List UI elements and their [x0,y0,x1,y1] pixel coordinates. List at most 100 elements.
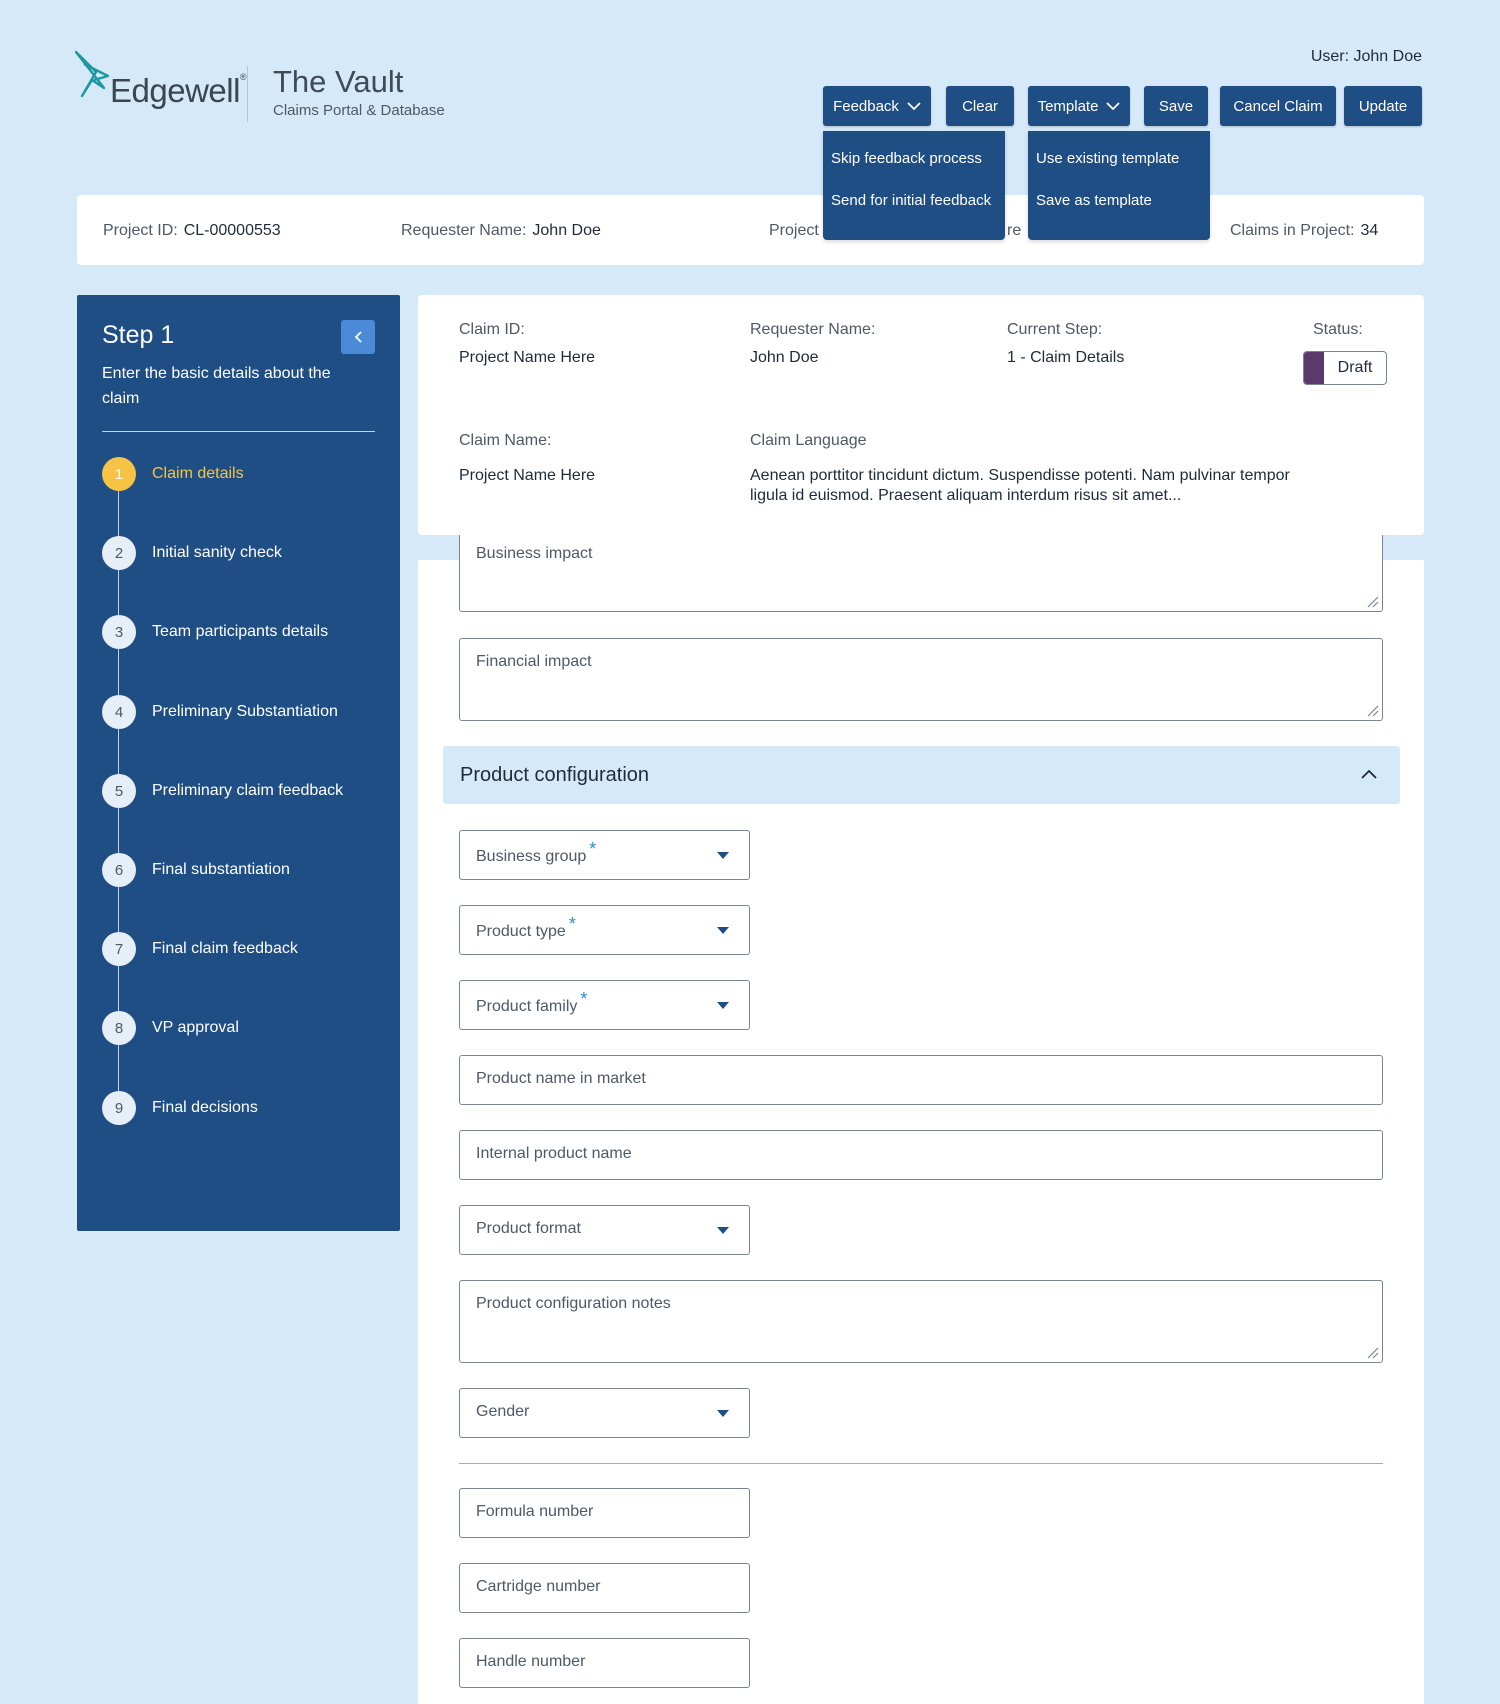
financial-impact-textarea[interactable]: Financial impact [459,638,1383,721]
required-mark: * [568,914,576,934]
caret-down-icon [717,1410,729,1417]
gender-select[interactable]: Gender [459,1388,750,1438]
step-number: 8 [102,1011,136,1045]
template-button-label: Template [1037,97,1099,115]
form-divider [459,1463,1383,1464]
internal-product-name-input[interactable]: Internal product name [459,1130,1383,1180]
project-field-partial: Project [769,222,819,239]
product-name-market-placeholder: Product name in market [476,1070,646,1087]
step-label: Final decisions [152,1099,258,1116]
caret-down-icon [717,927,729,934]
feedback-button-label: Feedback [833,97,899,115]
app-title: The Vault [273,64,404,99]
chevron-up-icon[interactable] [1360,768,1378,780]
menu-item-send-initial-feedback[interactable]: Send for initial feedback [823,191,1005,233]
product-name-market-input[interactable]: Product name in market [459,1055,1383,1105]
financial-impact-placeholder: Financial impact [476,653,592,670]
required-mark: * [580,989,588,1009]
sidebar-step-5[interactable]: 5 Preliminary claim feedback [102,774,343,808]
claim-name-value: Project Name Here [459,467,596,484]
formula-number-placeholder: Formula number [476,1503,594,1520]
handle-number-placeholder: Handle number [476,1653,586,1670]
step-number: 2 [102,536,136,570]
sidebar-step-9[interactable]: 9 Final decisions [102,1091,258,1125]
business-group-label: Business group * [476,839,597,865]
save-button[interactable]: Save [1144,86,1208,126]
business-impact-textarea[interactable]: Business impact [459,530,1383,612]
project-info-bar: Project ID: CL-00000553 Requester Name: Jo… [77,195,1424,265]
cartridge-number-input[interactable]: Cartridge number [459,1563,750,1613]
feedback-button[interactable]: Feedback [823,86,931,126]
project-id: Project ID: CL-00000553 [103,222,281,239]
chevron-down-icon [907,102,921,111]
menu-item-save-template[interactable]: Save as template [1028,191,1210,233]
project-field-partial-end: re [1007,222,1022,239]
step-label: Team participants details [152,623,329,640]
template-button[interactable]: Template [1028,86,1130,126]
internal-product-name-placeholder: Internal product name [476,1145,632,1162]
product-family-select[interactable]: Product family * [459,980,750,1030]
business-impact-placeholder: Business impact [476,545,593,562]
step-number: 6 [102,853,136,887]
step-number: 4 [102,695,136,729]
handle-number-input[interactable]: Handle number [459,1638,750,1688]
product-format-label: Product format [476,1220,581,1237]
logo-text: Edgewell® [110,72,247,109]
status-label: Status: [1313,321,1363,338]
business-group-select[interactable]: Business group * [459,830,750,880]
sidebar-divider [102,431,375,432]
gender-label: Gender [476,1403,530,1420]
cancel-claim-button[interactable]: Cancel Claim [1220,86,1336,126]
sidebar-step-8[interactable]: 8 VP approval [102,1011,239,1045]
app-subtitle: Claims Portal & Database [273,102,445,119]
menu-item-use-template[interactable]: Use existing template [1028,149,1210,191]
product-configuration-header[interactable]: Product configuration [443,746,1400,804]
chevron-down-icon [1106,102,1121,111]
formula-number-input[interactable]: Formula number [459,1488,750,1538]
sidebar-step-6[interactable]: 6 Final substantiation [102,853,290,887]
update-button[interactable]: Update [1344,86,1422,126]
product-type-select[interactable]: Product type * [459,905,750,955]
sidebar-step-2[interactable]: 2 Initial sanity check [102,536,282,570]
step-label: Preliminary claim feedback [152,782,344,799]
required-mark: * [589,839,597,859]
step-number: 9 [102,1091,136,1125]
status-value: Draft [1337,359,1373,376]
current-step-label: Current Step: [1007,321,1103,338]
product-format-select[interactable]: Product format [459,1205,750,1255]
step-label: Claim details [152,465,244,482]
status-badge: Draft [1303,351,1387,385]
status-color-bar [1304,352,1324,384]
claim-requester-label: Requester Name: [750,321,876,338]
claims-in-project: Claims in Project: 34 [1230,222,1379,239]
cartridge-number-placeholder: Cartridge number [476,1578,601,1595]
resize-handle-icon [1367,1347,1379,1359]
caret-down-icon [717,1227,729,1234]
step-label: Preliminary Substantiation [152,703,338,720]
menu-item-skip-feedback[interactable]: Skip feedback process [823,149,1005,191]
step-description: Enter the basic details about the claim [102,365,331,407]
resize-handle-icon [1367,596,1379,608]
user-label: User: John Doe [1310,48,1422,65]
current-step-value: 1 - Claim Details [1007,349,1125,366]
product-family-label: Product family * [476,989,588,1015]
step-number: 3 [102,615,136,649]
step-number: 1 [102,457,136,491]
clear-button[interactable]: Clear [946,86,1014,126]
collapse-sidebar-button[interactable] [341,320,375,354]
product-config-notes-placeholder: Product configuration notes [476,1295,671,1312]
sidebar-step-4[interactable]: 4 Preliminary Substantiation [102,695,338,729]
feedback-menu: Skip feedback process Send for initial f… [823,131,1005,240]
project-requester: Requester Name: John Doe [401,222,601,239]
template-menu: Use existing template Save as template [1028,131,1210,240]
sidebar-step-1[interactable]: 1 Claim details [102,457,244,491]
claim-requester-value: John Doe [750,349,819,366]
step-label: VP approval [152,1019,239,1036]
product-config-notes-textarea[interactable]: Product configuration notes [459,1280,1383,1363]
header-divider [247,66,248,122]
chevron-left-icon [354,331,362,343]
step-label: Initial sanity check [152,544,282,561]
sidebar-step-3[interactable]: 3 Team participants details [102,615,328,649]
sidebar-step-7[interactable]: 7 Final claim feedback [102,932,298,966]
claim-language-value: Aenean porttitor tincidunt dictum. Suspe… [750,467,1290,504]
